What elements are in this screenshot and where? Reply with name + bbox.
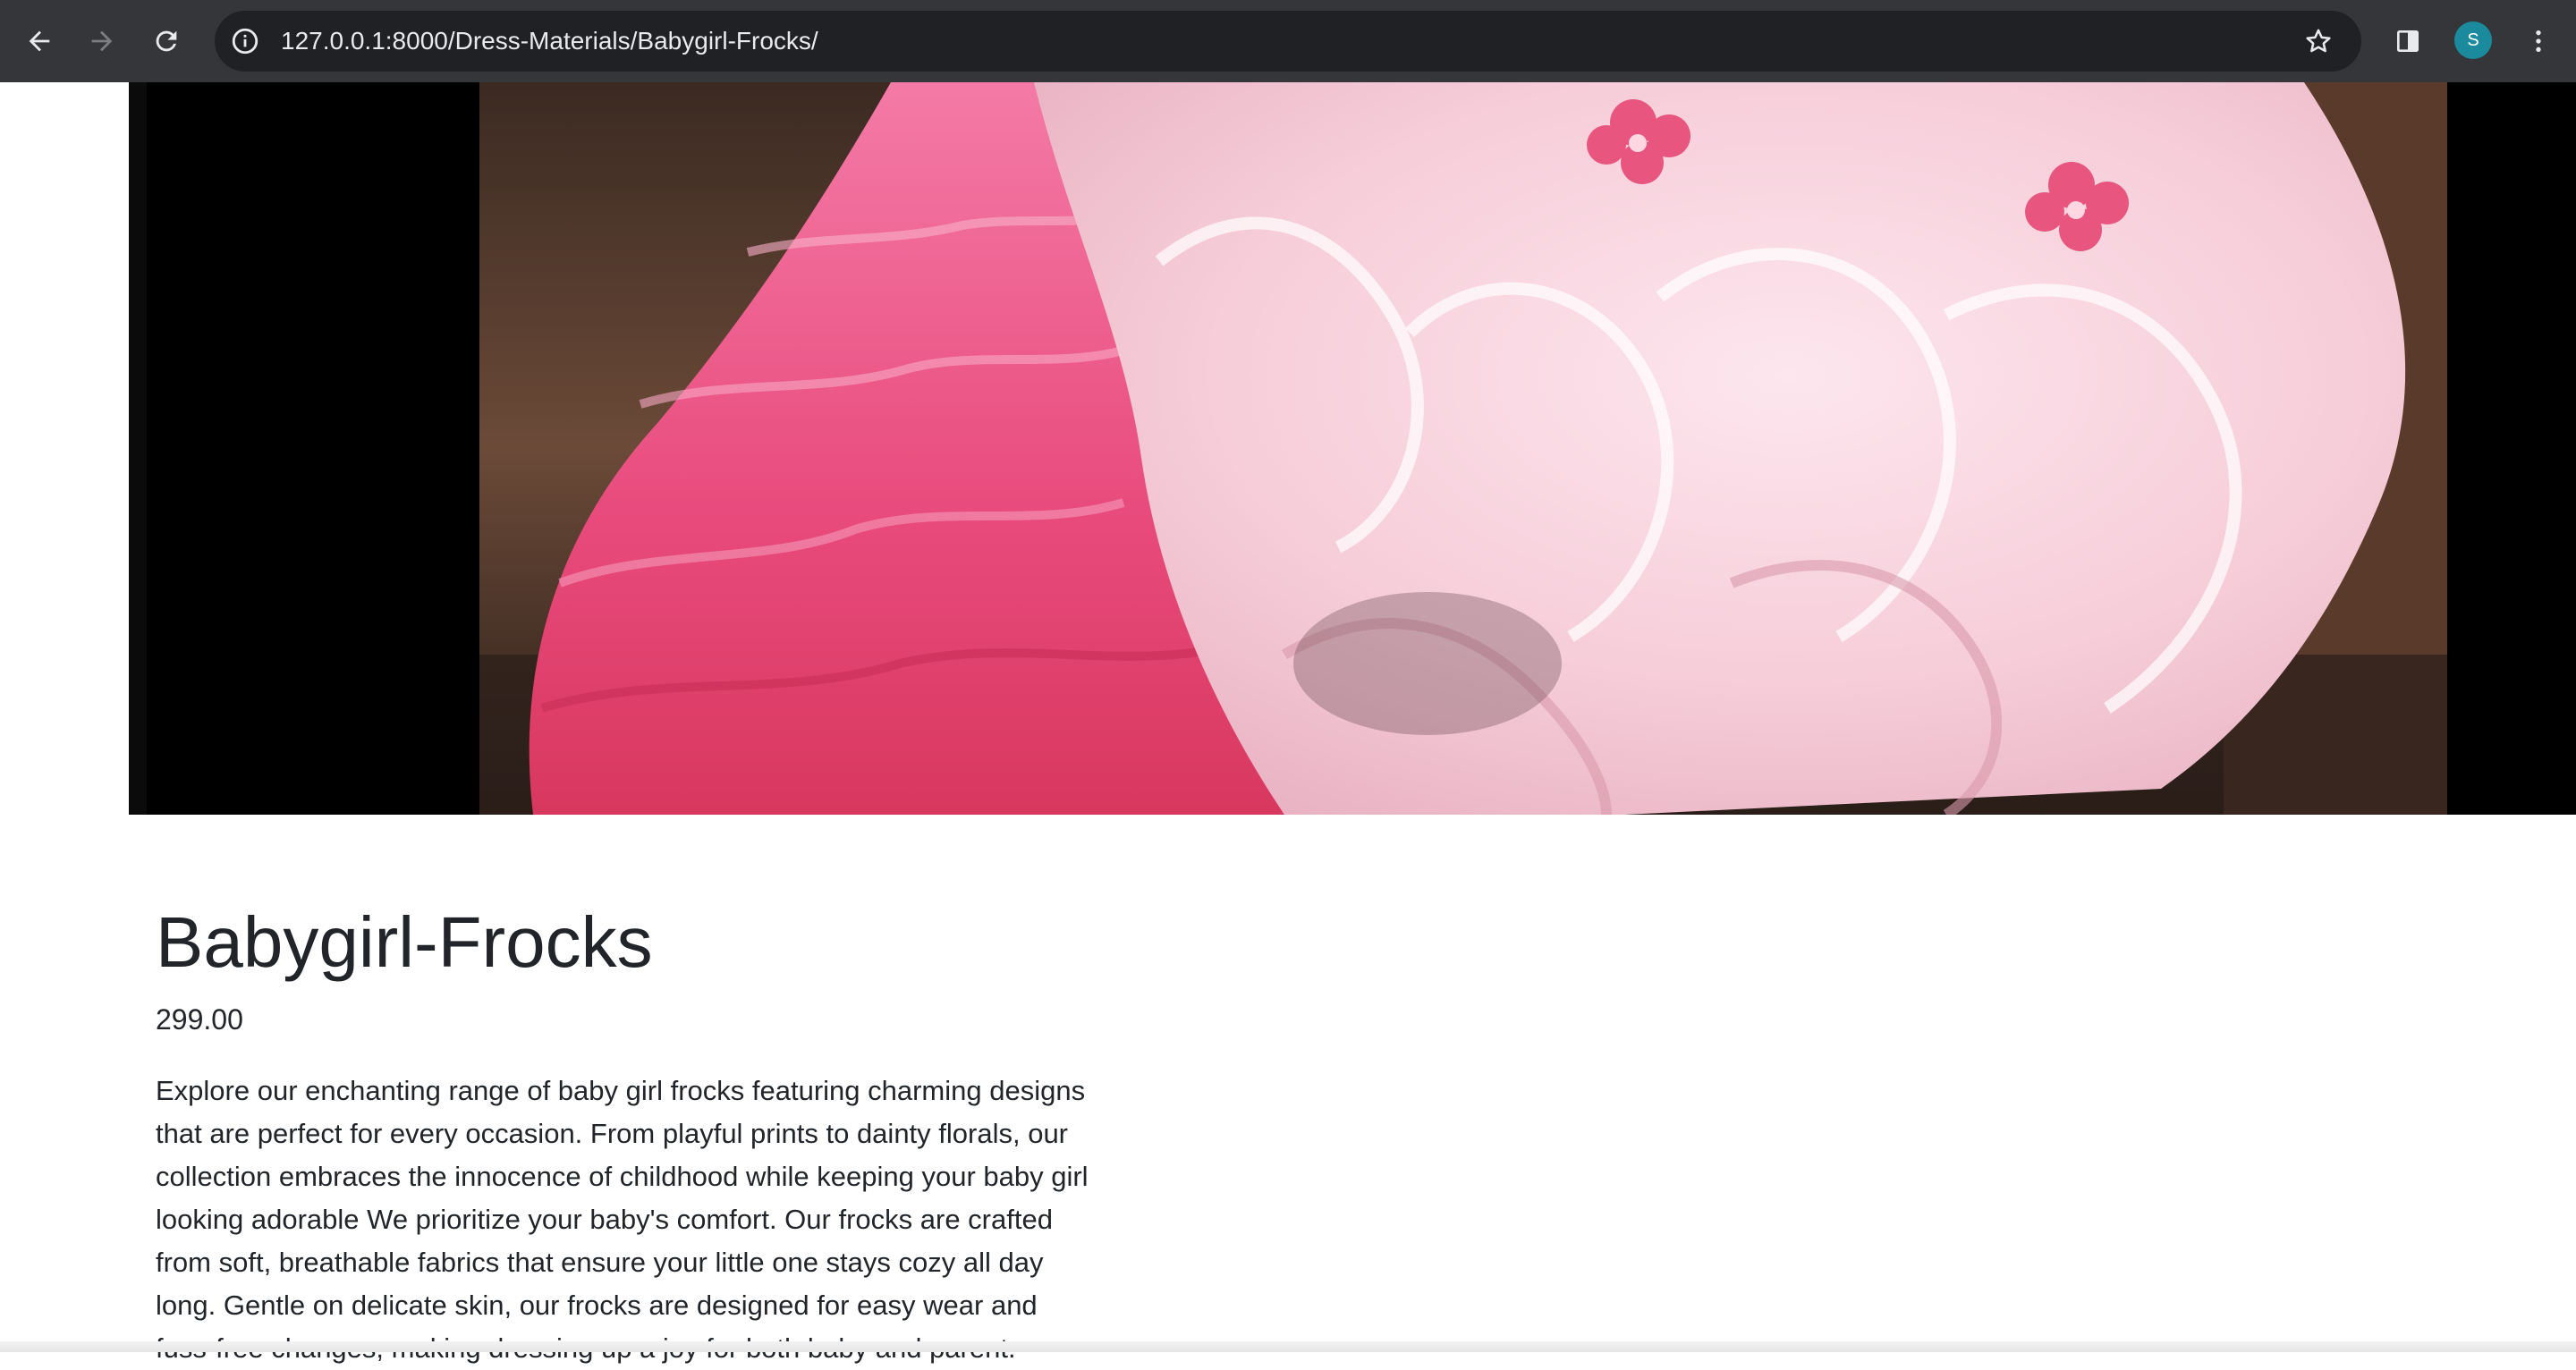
- frock-photo-illustration: [479, 82, 2447, 815]
- kebab-menu-icon[interactable]: [2515, 18, 2562, 64]
- side-panel-icon[interactable]: [2385, 18, 2431, 64]
- back-arrow-icon: [29, 30, 50, 52]
- star-icon[interactable]: [2301, 23, 2336, 59]
- product-image: [479, 82, 2447, 815]
- product-title: Babygirl-Frocks: [156, 902, 653, 982]
- browser-toolbar: 127.0.0.1:8000/Dress-Materials/Babygirl-…: [0, 0, 2576, 82]
- reload-icon: [156, 30, 177, 52]
- banner-edge: [129, 82, 147, 815]
- forward-arrow-icon: [91, 30, 113, 52]
- product-description: Explore our enchanting range of baby gir…: [156, 1075, 1089, 1364]
- profile-avatar[interactable]: S: [2454, 21, 2492, 59]
- reload-button[interactable]: [143, 18, 190, 64]
- address-bar[interactable]: 127.0.0.1:8000/Dress-Materials/Babygirl-…: [215, 11, 2361, 72]
- info-icon[interactable]: [227, 23, 263, 59]
- product-price: 299.00: [156, 1003, 243, 1036]
- page-content: Babygirl-Frocks 299.00 Explore our encha…: [0, 82, 2576, 1364]
- back-button[interactable]: [16, 18, 63, 64]
- url-text[interactable]: 127.0.0.1:8000/Dress-Materials/Babygirl-…: [281, 11, 818, 72]
- product-banner: [129, 82, 2576, 815]
- window-bottom-edge: [0, 1341, 2576, 1352]
- forward-button[interactable]: [79, 18, 125, 64]
